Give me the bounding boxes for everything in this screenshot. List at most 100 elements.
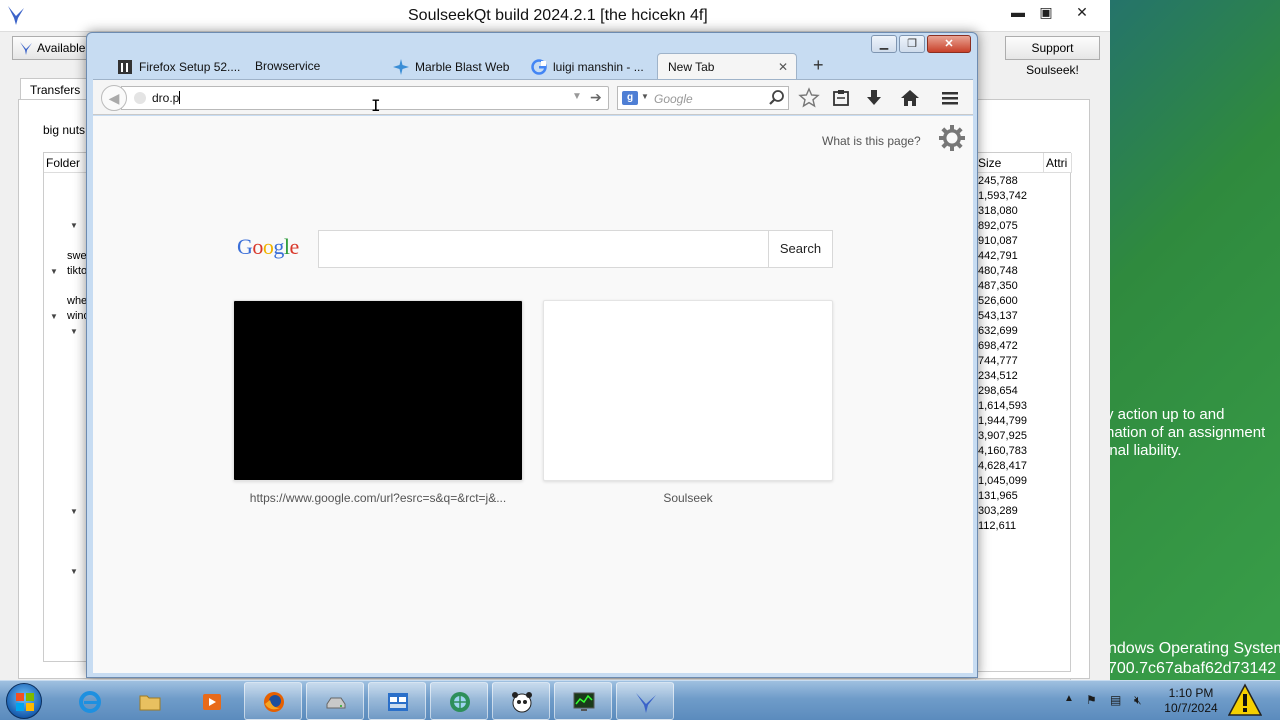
size-cell: 112,611 xyxy=(978,520,1017,532)
tab-label: luigi manshin - ... xyxy=(553,60,644,74)
new-tab-button[interactable]: + xyxy=(813,55,824,76)
taskbar-globe-app[interactable] xyxy=(430,682,488,720)
soulseek-status-icon xyxy=(20,42,32,55)
taskbar-panda-app[interactable] xyxy=(492,682,550,720)
start-button[interactable] xyxy=(6,683,42,719)
taskbar-task-manager[interactable] xyxy=(554,682,612,720)
soulseek-bird-icon xyxy=(636,693,656,713)
google-search-input[interactable] xyxy=(318,230,769,268)
size-cell: 526,600 xyxy=(978,295,1018,307)
size-cell: 3,907,925 xyxy=(978,430,1027,442)
logo-letter: G xyxy=(237,234,253,259)
taskbar-media-player[interactable] xyxy=(182,682,240,720)
clock-time: 1:10 PM xyxy=(1168,686,1214,700)
soulseek-maximize-button[interactable]: ▣ xyxy=(1032,2,1060,22)
tab-luigi[interactable]: luigi manshin - ... xyxy=(531,53,651,79)
size-cell: 131,965 xyxy=(978,490,1018,502)
size-column-header[interactable]: Size xyxy=(976,153,1044,173)
tab-label: Firefox Setup 52.... xyxy=(139,60,241,74)
tree-item[interactable]: tikto xyxy=(67,265,87,277)
size-cell: 298,654 xyxy=(978,385,1018,397)
tray-volume-muted-icon[interactable]: 🔇︎ xyxy=(1134,693,1142,708)
expand-arrow-icon[interactable]: ▼ xyxy=(70,221,78,230)
expand-arrow-icon[interactable]: ▼ xyxy=(70,567,78,576)
site-identity-icon[interactable] xyxy=(134,92,146,104)
size-cell: 632,699 xyxy=(978,325,1018,337)
bookmark-star-icon[interactable] xyxy=(798,87,820,109)
size-cell: 543,137 xyxy=(978,310,1018,322)
folder-column-header[interactable]: Folder xyxy=(44,153,92,173)
go-arrow-icon[interactable]: ➔ xyxy=(590,89,602,106)
downloads-icon[interactable] xyxy=(863,87,885,109)
size-cell: 442,791 xyxy=(978,250,1018,262)
expand-arrow-icon[interactable]: ▼ xyxy=(70,507,78,516)
new-tab-page: What is this page? Google Search https:/… xyxy=(93,116,973,673)
bookmarks-menu-icon[interactable] xyxy=(830,87,852,109)
soulseek-bird-icon xyxy=(8,6,24,25)
taskbar: ▲ ⚑ ▤ 🔇︎ 1:10 PM 10/7/2024 xyxy=(0,680,1280,720)
close-tab-icon[interactable]: ✕ xyxy=(778,60,788,74)
search-engine-icon[interactable]: g xyxy=(622,91,638,105)
attributes-column-header[interactable]: Attri xyxy=(1044,153,1072,173)
top-site-tile-2[interactable] xyxy=(543,300,833,481)
expand-arrow-icon[interactable]: ▼ xyxy=(50,267,58,276)
logo-letter: o xyxy=(252,234,263,259)
tab-firefox-setup[interactable]: Firefox Setup 52.... xyxy=(117,53,247,79)
tray-flag-icon[interactable]: ⚑ xyxy=(1086,693,1097,707)
size-cell: 1,614,593 xyxy=(978,400,1027,412)
soulseek-titlebar[interactable]: SoulseekQt build 2024.2.1 [the hcicekn 4… xyxy=(0,0,1110,32)
back-button[interactable]: ◀ xyxy=(101,85,127,111)
home-icon[interactable] xyxy=(899,87,921,109)
desktop-text-3: inal liability. xyxy=(1106,442,1182,459)
tab-marble-blast[interactable]: Marble Blast Web xyxy=(393,53,518,79)
search-icon[interactable] xyxy=(768,89,786,107)
taskbar-soulseek[interactable] xyxy=(616,682,674,720)
available-button[interactable]: Available xyxy=(12,36,87,60)
url-bar[interactable]: dro.p ▼ ➔ xyxy=(121,86,609,110)
logo-letter: e xyxy=(289,234,300,259)
search-bar[interactable]: g ▼ Google xyxy=(617,86,789,110)
taskbar-internet-explorer[interactable] xyxy=(60,682,118,720)
desktop-text-1: y action up to and xyxy=(1106,406,1225,423)
star-burst-icon xyxy=(393,59,409,75)
tray-network-icon[interactable]: ▤ xyxy=(1110,693,1121,707)
soulseek-window-title: SoulseekQt build 2024.2.1 [the hcicekn 4… xyxy=(408,7,708,24)
desktop-os-line-1: ndows Operating System xyxy=(1108,640,1280,657)
system-clock[interactable]: 1:10 PM 10/7/2024 xyxy=(1160,686,1222,716)
warning-icon[interactable] xyxy=(1228,683,1262,717)
taskbar-firefox[interactable] xyxy=(244,682,302,720)
url-dropdown-icon[interactable]: ▼ xyxy=(572,91,582,102)
globe-icon xyxy=(450,692,470,712)
size-cell: 1,593,742 xyxy=(978,190,1027,202)
tab-browservice[interactable]: Browservice xyxy=(255,53,375,79)
tab-transfers[interactable]: Transfers [0 xyxy=(20,78,90,111)
media-player-icon xyxy=(203,694,221,710)
size-cell: 487,350 xyxy=(978,280,1018,292)
search-engine-dropdown-icon[interactable]: ▼ xyxy=(641,92,649,101)
search-placeholder[interactable]: Google xyxy=(654,92,693,106)
file-list[interactable]: Size Attri 245,788 1,593,742 318,080 892,07… xyxy=(975,152,1072,672)
top-site-label-2[interactable]: Soulseek xyxy=(543,491,833,505)
menu-hamburger-icon[interactable] xyxy=(939,87,961,109)
support-soulseek-button[interactable]: Support Soulseek! xyxy=(1005,36,1100,77)
tray-expand-icon[interactable]: ▲ xyxy=(1064,693,1074,704)
size-cell: 4,628,417 xyxy=(978,460,1027,472)
size-cell: 480,748 xyxy=(978,265,1018,277)
top-site-tile-1[interactable] xyxy=(233,300,523,481)
available-label: Available xyxy=(37,41,86,55)
expand-arrow-icon[interactable]: ▼ xyxy=(70,327,78,336)
gear-icon[interactable] xyxy=(938,124,966,152)
taskbar-app[interactable] xyxy=(368,682,426,720)
google-search-button[interactable]: Search xyxy=(769,230,833,268)
taskbar-file-explorer[interactable] xyxy=(120,682,178,720)
taskbar-drive[interactable] xyxy=(306,682,364,720)
soulseek-minimize-button[interactable]: ▬ xyxy=(1004,2,1032,22)
tab-label: New Tab xyxy=(668,60,715,74)
top-site-label-1[interactable]: https://www.google.com/url?esrc=s&q=&rct… xyxy=(233,491,523,505)
url-input[interactable]: dro.p xyxy=(152,91,181,105)
what-is-this-page-link[interactable]: What is this page? xyxy=(822,134,921,148)
soulseek-close-button[interactable]: ✕ xyxy=(1068,2,1096,22)
tab-new-tab[interactable]: New Tab ✕ xyxy=(657,53,797,79)
expand-arrow-icon[interactable]: ▼ xyxy=(50,312,58,321)
size-cell: 318,080 xyxy=(978,205,1018,217)
